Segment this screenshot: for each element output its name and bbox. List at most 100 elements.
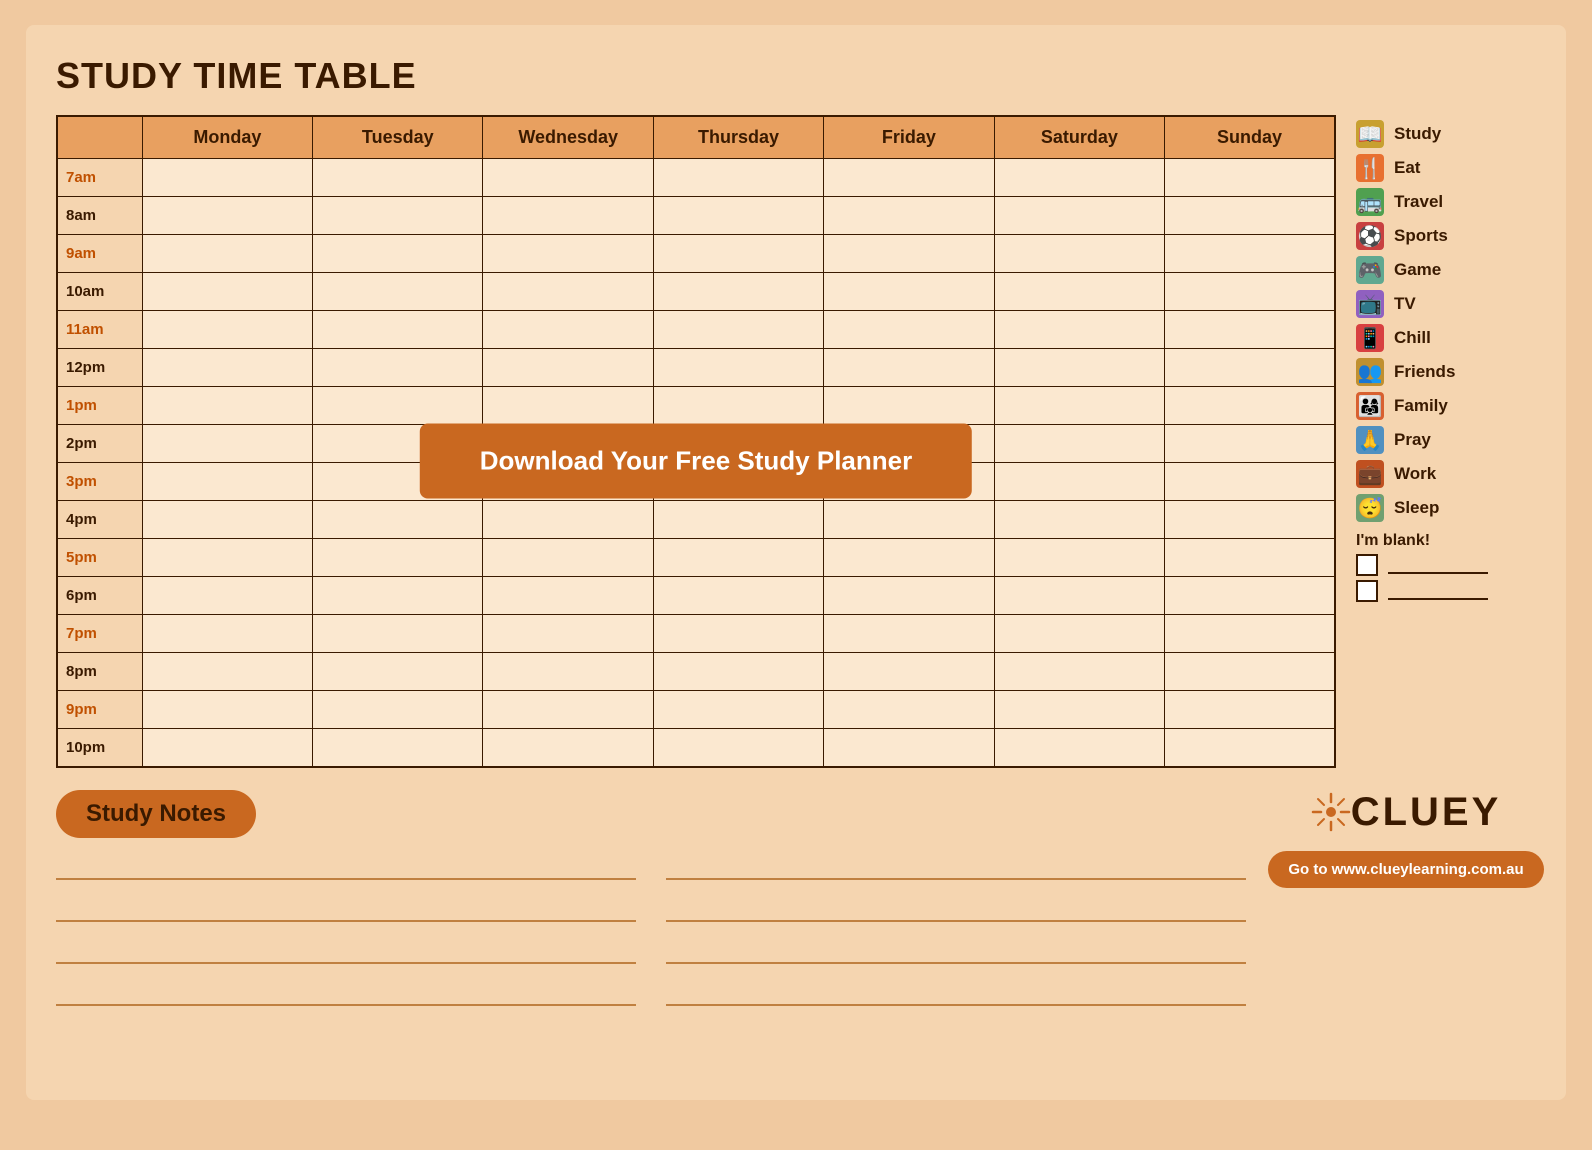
data-cell[interactable] — [142, 615, 312, 653]
data-cell[interactable] — [994, 653, 1164, 691]
data-cell[interactable] — [313, 425, 483, 463]
data-cell[interactable] — [653, 235, 823, 273]
data-cell[interactable] — [313, 653, 483, 691]
data-cell[interactable] — [483, 235, 653, 273]
data-cell[interactable] — [653, 539, 823, 577]
data-cell[interactable] — [994, 425, 1164, 463]
data-cell[interactable] — [824, 387, 994, 425]
blank-checkbox-2[interactable] — [1356, 580, 1378, 602]
data-cell[interactable] — [313, 197, 483, 235]
data-cell[interactable] — [142, 425, 312, 463]
data-cell[interactable] — [483, 729, 653, 767]
data-cell[interactable] — [142, 311, 312, 349]
data-cell[interactable] — [1165, 615, 1335, 653]
data-cell[interactable] — [1165, 197, 1335, 235]
data-cell[interactable] — [824, 273, 994, 311]
data-cell[interactable] — [653, 159, 823, 197]
data-cell[interactable] — [142, 577, 312, 615]
data-cell[interactable] — [142, 539, 312, 577]
data-cell[interactable] — [824, 653, 994, 691]
data-cell[interactable] — [824, 501, 994, 539]
data-cell[interactable] — [824, 159, 994, 197]
data-cell[interactable] — [483, 425, 653, 463]
data-cell[interactable] — [142, 349, 312, 387]
data-cell[interactable] — [313, 539, 483, 577]
data-cell[interactable] — [313, 159, 483, 197]
data-cell[interactable] — [1165, 349, 1335, 387]
data-cell[interactable] — [142, 197, 312, 235]
data-cell[interactable] — [142, 273, 312, 311]
data-cell[interactable] — [653, 387, 823, 425]
data-cell[interactable] — [1165, 235, 1335, 273]
data-cell[interactable] — [1165, 729, 1335, 767]
data-cell[interactable] — [994, 615, 1164, 653]
data-cell[interactable] — [483, 653, 653, 691]
data-cell[interactable] — [653, 349, 823, 387]
data-cell[interactable] — [994, 159, 1164, 197]
data-cell[interactable] — [483, 349, 653, 387]
data-cell[interactable] — [483, 159, 653, 197]
data-cell[interactable] — [994, 539, 1164, 577]
data-cell[interactable] — [1165, 387, 1335, 425]
data-cell[interactable] — [483, 577, 653, 615]
data-cell[interactable] — [313, 691, 483, 729]
data-cell[interactable] — [483, 273, 653, 311]
data-cell[interactable] — [313, 349, 483, 387]
data-cell[interactable] — [824, 311, 994, 349]
data-cell[interactable] — [824, 349, 994, 387]
data-cell[interactable] — [653, 691, 823, 729]
data-cell[interactable] — [653, 463, 823, 501]
data-cell[interactable] — [313, 729, 483, 767]
data-cell[interactable] — [994, 311, 1164, 349]
data-cell[interactable] — [313, 235, 483, 273]
website-button[interactable]: Go to www.clueylearning.com.au — [1268, 851, 1543, 888]
data-cell[interactable] — [824, 197, 994, 235]
data-cell[interactable] — [653, 615, 823, 653]
data-cell[interactable] — [824, 577, 994, 615]
data-cell[interactable] — [483, 539, 653, 577]
data-cell[interactable] — [142, 691, 312, 729]
data-cell[interactable] — [824, 463, 994, 501]
data-cell[interactable] — [313, 463, 483, 501]
data-cell[interactable] — [653, 273, 823, 311]
data-cell[interactable] — [1165, 273, 1335, 311]
data-cell[interactable] — [142, 653, 312, 691]
data-cell[interactable] — [1165, 539, 1335, 577]
data-cell[interactable] — [1165, 691, 1335, 729]
data-cell[interactable] — [824, 425, 994, 463]
data-cell[interactable] — [483, 463, 653, 501]
data-cell[interactable] — [824, 615, 994, 653]
data-cell[interactable] — [653, 425, 823, 463]
data-cell[interactable] — [994, 197, 1164, 235]
data-cell[interactable] — [1165, 311, 1335, 349]
data-cell[interactable] — [1165, 577, 1335, 615]
data-cell[interactable] — [483, 387, 653, 425]
blank-checkbox-1[interactable] — [1356, 554, 1378, 576]
data-cell[interactable] — [1165, 159, 1335, 197]
data-cell[interactable] — [824, 691, 994, 729]
data-cell[interactable] — [653, 577, 823, 615]
data-cell[interactable] — [483, 691, 653, 729]
data-cell[interactable] — [653, 311, 823, 349]
data-cell[interactable] — [483, 501, 653, 539]
data-cell[interactable] — [824, 539, 994, 577]
data-cell[interactable] — [142, 159, 312, 197]
data-cell[interactable] — [824, 235, 994, 273]
data-cell[interactable] — [313, 501, 483, 539]
data-cell[interactable] — [994, 501, 1164, 539]
data-cell[interactable] — [653, 501, 823, 539]
data-cell[interactable] — [994, 463, 1164, 501]
data-cell[interactable] — [483, 311, 653, 349]
data-cell[interactable] — [1165, 463, 1335, 501]
data-cell[interactable] — [313, 577, 483, 615]
data-cell[interactable] — [1165, 501, 1335, 539]
data-cell[interactable] — [313, 387, 483, 425]
data-cell[interactable] — [994, 349, 1164, 387]
data-cell[interactable] — [994, 691, 1164, 729]
data-cell[interactable] — [1165, 653, 1335, 691]
data-cell[interactable] — [994, 387, 1164, 425]
data-cell[interactable] — [824, 729, 994, 767]
data-cell[interactable] — [994, 729, 1164, 767]
data-cell[interactable] — [994, 273, 1164, 311]
data-cell[interactable] — [994, 235, 1164, 273]
